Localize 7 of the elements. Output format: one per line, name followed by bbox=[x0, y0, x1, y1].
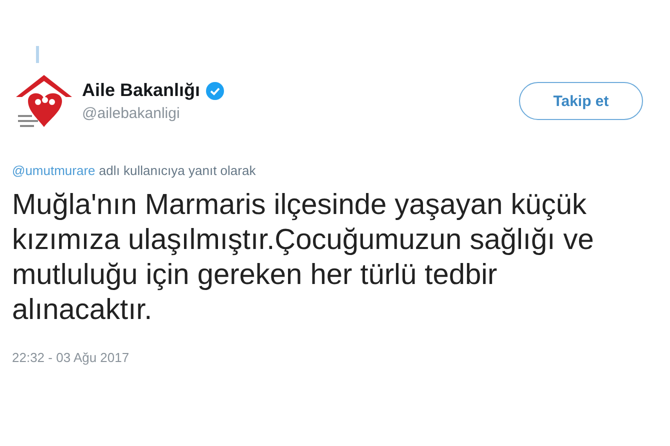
account-handle: @ailebakanligi bbox=[82, 105, 181, 122]
reply-context: @umutmurare adlı kullanıcıya yanıt olarak bbox=[12, 163, 257, 178]
timestamp: 22:32 - 03 Ağu 2017 bbox=[12, 350, 130, 365]
tweet-text: Muğla'nın Marmaris ilçesinde yaşayan küçük kızımıza ulaşılmıştır.Çocuğumuzun sağlığı ve mutluluğu için gereken her türlü tedbir alınacaktır. bbox=[12, 188, 595, 328]
mention-link[interactable]: @umutmurare bbox=[12, 163, 96, 178]
account-name: Aile Bakanlığı bbox=[82, 80, 200, 101]
follow-button[interactable]: Takip et bbox=[519, 82, 643, 120]
